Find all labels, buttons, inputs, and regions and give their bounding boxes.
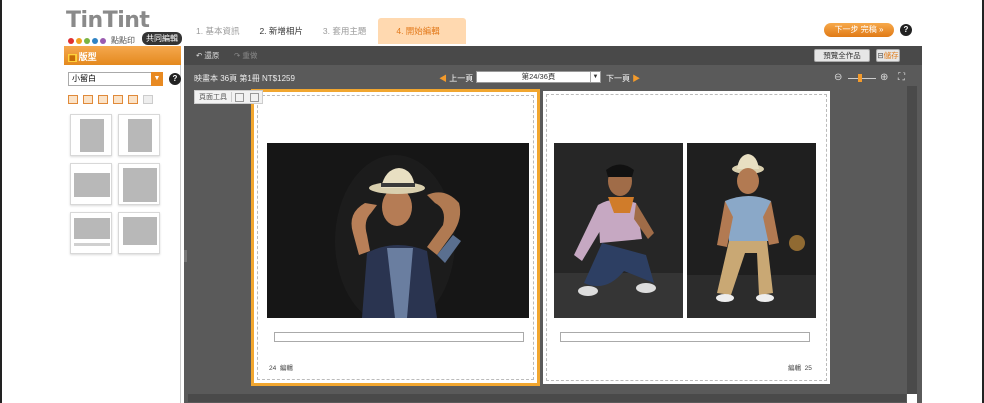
layout-thumb[interactable]	[70, 163, 112, 205]
layout-thumb-photo	[123, 217, 157, 245]
next-page-label: 下一頁	[606, 74, 630, 83]
layout-filter-icons	[68, 95, 153, 104]
panel-resize-handle[interactable]	[184, 250, 187, 262]
photo-right-page-2[interactable]	[687, 143, 816, 318]
prev-page-button[interactable]: ◀ 上一頁	[439, 73, 473, 84]
margin-style-select[interactable]: 小留白 ▼	[68, 72, 163, 86]
logo-dot	[84, 37, 90, 44]
logo-subtitle: 點點印	[111, 36, 135, 45]
layout-panel-icon: ▦	[68, 54, 77, 62]
logo-text: TinTint	[66, 8, 150, 33]
layout-thumb[interactable]	[70, 114, 112, 156]
preview-all-button[interactable]: 預覽全作品	[814, 49, 870, 62]
logo-dot	[100, 37, 106, 44]
page-select[interactable]: 第24/36頁 ▼	[476, 71, 601, 83]
layout-filter-icon[interactable]	[143, 95, 153, 104]
help-icon[interactable]: ?	[900, 24, 912, 36]
layout-thumb-photo	[74, 218, 110, 239]
redo-label: 重做	[242, 51, 258, 60]
step-add-photos[interactable]: 2. 新增相片	[251, 18, 314, 44]
layout-thumb[interactable]	[118, 163, 160, 205]
right-page-number: 25	[804, 365, 812, 372]
layout-filter-icon[interactable]	[68, 95, 78, 104]
page-tools: 頁面工具	[194, 90, 263, 104]
layout-thumb[interactable]	[118, 212, 160, 254]
horizontal-scrollbar[interactable]	[188, 394, 906, 402]
layout-thumb-caption	[74, 243, 110, 246]
scrollbar-corner	[907, 394, 917, 403]
photo-image	[554, 143, 683, 318]
margin-style-value: 小留白	[72, 74, 96, 83]
next-finish-button[interactable]: 下一步 完稿 »	[824, 23, 894, 37]
editor-toolbar	[184, 46, 922, 65]
chevron-down-icon[interactable]: ▼	[151, 72, 163, 86]
step-basic-info[interactable]: 1. 基本資訊	[188, 18, 251, 44]
copy-icon[interactable]	[235, 92, 244, 102]
layout-thumb[interactable]	[118, 114, 160, 156]
next-page-button[interactable]: 下一頁 ▶	[606, 73, 640, 84]
layout-panel-title-text: 版型	[78, 52, 97, 62]
logo-dot	[92, 37, 98, 44]
zoom-slider[interactable]	[848, 78, 876, 79]
arrow-right-icon: ▶	[630, 74, 641, 83]
layout-panel-title: ▦ 版型	[68, 50, 97, 63]
co-edit-badge: 共同編輯	[142, 32, 182, 45]
layout-filter-icon[interactable]	[83, 95, 93, 104]
photo-left-page[interactable]	[267, 143, 529, 318]
page-select-value: 第24/36頁	[521, 72, 556, 81]
chevron-down-icon[interactable]: ▼	[590, 72, 600, 82]
fit-screen-icon[interactable]: ⛶	[898, 72, 905, 83]
logo-dot	[76, 37, 82, 44]
layout-thumb-photo	[74, 173, 110, 197]
prev-page-label: 上一頁	[449, 74, 474, 83]
photo-image	[267, 143, 529, 318]
photo-right-page-1[interactable]	[554, 143, 683, 318]
layout-filter-icon[interactable]	[98, 95, 108, 104]
layout-thumb-photo	[80, 119, 104, 152]
step-tabs: 1. 基本資訊 2. 新增相片 3. 套用主題 4. 開始編輯	[188, 18, 466, 44]
layout-filter-icon[interactable]	[128, 95, 138, 104]
layout-help-icon[interactable]: ?	[169, 73, 181, 85]
book-info: 映畫本 36頁 第1冊 NT$1259	[194, 74, 295, 83]
logo-dots: 點點印	[68, 35, 135, 46]
app-frame: TinTint 點點印 共同編輯 1. 基本資訊 2. 新增相片 3. 套用主題…	[0, 0, 984, 403]
zoom-in-icon[interactable]: ⊕	[880, 72, 888, 83]
undo-label: 還原	[204, 51, 220, 60]
step-apply-theme[interactable]: 3. 套用主題	[315, 18, 378, 44]
photo-image	[687, 143, 816, 318]
undo-button[interactable]: ↶ 還原	[196, 50, 219, 61]
left-page-number: 24	[269, 365, 277, 372]
layout-thumb-photo	[128, 119, 152, 152]
step-start-editing[interactable]: 4. 開始編輯	[378, 18, 466, 44]
logo-dot	[68, 37, 74, 44]
redo-button[interactable]: ↷ 重做	[234, 50, 257, 61]
logo[interactable]: TinTint 點點印 共同編輯	[66, 8, 182, 45]
layout-thumb[interactable]	[70, 212, 112, 254]
right-page-footer: 編輯 25	[788, 362, 812, 372]
layout-panel-header: ▦ 版型	[64, 46, 181, 65]
caption-box-right[interactable]	[560, 332, 810, 342]
arrow-left-icon: ◀	[439, 74, 450, 83]
save-label: 儲存	[883, 51, 899, 60]
layout-thumb-photo	[123, 168, 157, 202]
zoom-slider-thumb[interactable]	[858, 74, 862, 82]
caption-box-left[interactable]	[274, 332, 524, 342]
left-page-footer: 24 編輯	[269, 362, 293, 372]
layout-filter-icon[interactable]	[113, 95, 123, 104]
zoom-out-icon[interactable]: ⊖	[834, 72, 842, 83]
save-button[interactable]: ⊟儲存	[876, 49, 900, 62]
page-tools-label[interactable]: 頁面工具	[195, 92, 232, 102]
left-page-edit[interactable]: 編輯	[280, 365, 293, 372]
vertical-scrollbar[interactable]	[907, 86, 917, 396]
right-page-edit[interactable]: 編輯	[788, 365, 801, 372]
paste-icon[interactable]	[250, 92, 259, 102]
